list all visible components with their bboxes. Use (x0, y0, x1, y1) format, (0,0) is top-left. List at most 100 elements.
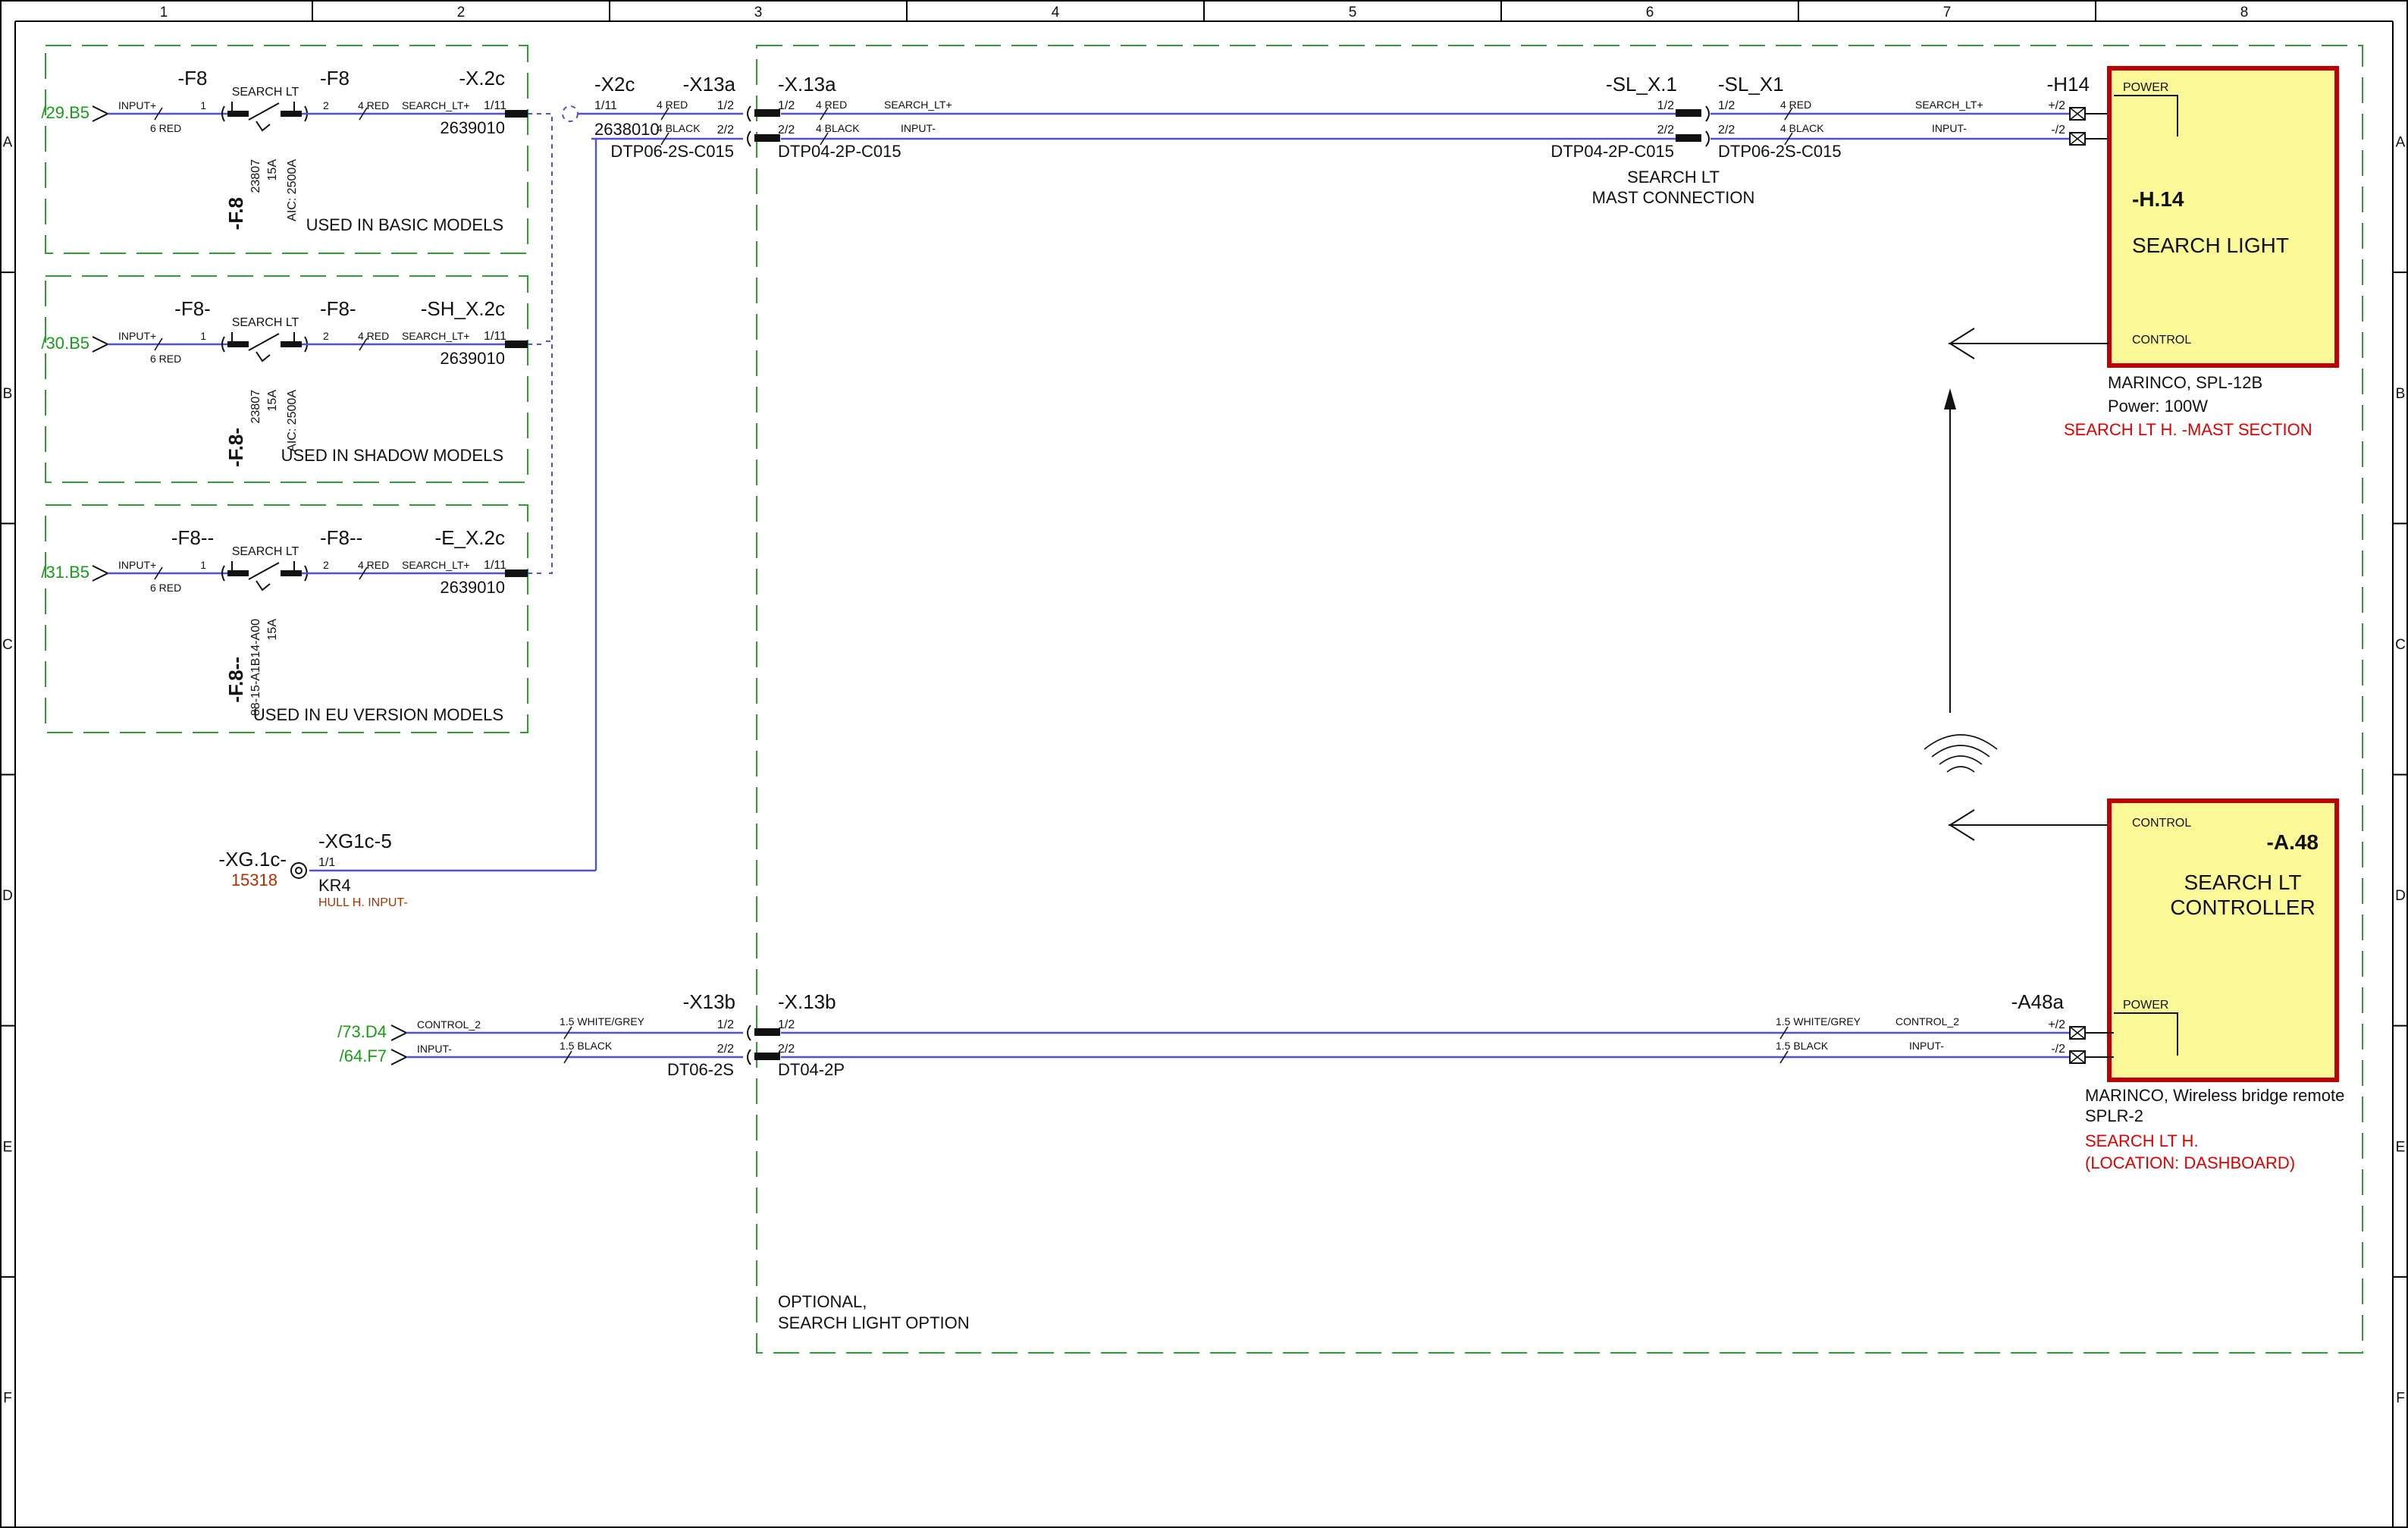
h14-pin-plus: +/2 (2048, 99, 2065, 112)
h14-name: SEARCH LIGHT (2132, 234, 2289, 257)
fuse-group-ref-in: /30.B5 (41, 334, 89, 353)
slx1-out-wire1-spec: 4 RED (1780, 99, 1811, 111)
h14-terminal-label: -H14 (2047, 73, 2090, 96)
grid-row-right-F: F (2396, 1390, 2405, 1406)
optional-note-line1: OPTIONAL, (778, 1292, 867, 1311)
wireless-icon (1924, 734, 1998, 773)
x13a-out-wire2-name: INPUT- (901, 122, 936, 134)
fuse-aic-rating: AIC: 2500A (286, 159, 299, 221)
x2c-socket (562, 105, 578, 122)
x13b-wire2-spec: 1.5 BLACK (560, 1040, 613, 1052)
switch-tag: SEARCH LT (232, 545, 299, 558)
switch-lever (248, 333, 280, 362)
fuse-group-3: /31.B5 INPUT+ 6 RED 1 -F8-- SEARCH LT 2 -F8-- 4 … (41, 526, 546, 724)
switch-tag: SEARCH LT (232, 316, 299, 329)
x13a-right-part: DTP04-2P-C015 (778, 142, 901, 161)
ref-in-arrow (92, 105, 110, 122)
grid-column-1: 1 (160, 5, 168, 20)
slx1-left-pin2: 2/2 (1657, 124, 1674, 136)
slx1-right-part: DTP06-2S-C015 (1718, 142, 1842, 161)
fuse-out-label: -F8- (320, 297, 356, 320)
x13a-right-pin2: 2/2 (778, 124, 795, 136)
search-light-box (2107, 66, 2339, 368)
fuse-spec-2: 15A (266, 619, 279, 641)
x13b-socket-arc (747, 1024, 751, 1065)
fuse-label: -F8 (178, 67, 208, 89)
x13b-left-label: -X13b (683, 990, 735, 1013)
slx1-out-wire2-name: INPUT- (1932, 122, 1967, 134)
slx1-desc-line1: SEARCH LT (1627, 168, 1720, 187)
fuse-connector-part: 2639010 (440, 349, 505, 368)
a48-name-line1: SEARCH LT (2184, 871, 2301, 894)
fuse-connector-pin: 1/11 (484, 330, 506, 343)
grid-row-left-B: B (3, 386, 13, 402)
x13b-ref2-arrow (390, 1049, 409, 1065)
ref-in-arrow (92, 565, 110, 582)
wire-in-spec: 6 RED (150, 582, 181, 594)
fuse-groups: /29.B5 INPUT+ 6 RED 1 -F8 SEARCH LT 2 -F8 4 RED S… (41, 67, 546, 724)
x13a-left-part: DTP06-2S-C015 (610, 142, 734, 161)
wire-out-name: SEARCH_LT+ (402, 330, 470, 342)
grid-row-left-F: F (3, 1390, 12, 1406)
a48-wire2-name: INPUT- (1909, 1040, 1944, 1052)
a48-pin-plus: +/2 (2048, 1018, 2065, 1031)
fuse-group-note: USED IN EU VERSION MODELS (253, 705, 503, 724)
x2c-pin: 1/11 (594, 99, 617, 112)
x13b-left-part: DT06-2S (667, 1060, 734, 1079)
fuse-aic-rating: AIC: 2500A (286, 390, 299, 452)
x13b-wire2-name: INPUT- (417, 1043, 452, 1055)
wire-out-name: SEARCH_LT+ (402, 99, 470, 111)
h14-control-port: CONTROL (2132, 334, 2191, 347)
grid-row-markers: A A B B C C D D E E F F (1, 135, 2407, 1406)
fuse-pin-right: 2 (323, 330, 329, 342)
slx1-left-label: -SL_X.1 (1606, 73, 1677, 96)
fuse-group-ref-in: /31.B5 (41, 563, 89, 582)
wire-in-spec: 6 RED (150, 353, 181, 365)
a48-location2: (LOCATION: DASHBOARD) (2085, 1153, 2295, 1172)
fuse-contact-left (227, 111, 249, 117)
fuse-contact-left (227, 341, 249, 347)
x13b-right-pin2: 2/2 (778, 1043, 795, 1056)
fuse-group-note: USED IN BASIC MODELS (306, 215, 503, 234)
slx1-desc-line2: MAST CONNECTION (1592, 188, 1755, 207)
switch-tag: SEARCH LT (232, 86, 299, 99)
fuse-connector-contact (505, 110, 528, 118)
grid-column-7: 7 (1943, 5, 1952, 20)
fuse-vertical-label: -F.8 (224, 197, 247, 230)
h14-maker: MARINCO, SPL-12B (2108, 373, 2262, 392)
xg1c-wire: KR4 (318, 876, 351, 895)
fuse-group-1: /29.B5 INPUT+ 6 RED 1 -F8 SEARCH LT 2 -F8 4 RED S… (41, 67, 546, 234)
fuse-vertical-label: -F.8- (224, 428, 247, 467)
a48-pin-minus: -/2 (2051, 1043, 2065, 1056)
fuse-group-ref-in: /29.B5 (41, 103, 89, 122)
grid-row-left-E: E (3, 1139, 13, 1155)
xg1c-pin: 1/1 (318, 856, 335, 869)
slx1-pin2-contact (1676, 134, 1701, 142)
wireless-up-arrow (1944, 388, 1956, 409)
slx1-right-label: -SL_X1 (1718, 73, 1784, 96)
fuse-pin-right: 2 (323, 559, 329, 571)
h14-section-note: SEARCH LT H. -MAST SECTION (2064, 420, 2312, 439)
fuse-connector-pin: 1/11 (484, 559, 506, 572)
fuse-group-2: /30.B5 INPUT+6 RED1-F8-SEARCH LT2-F8-4 RE… (41, 297, 546, 467)
x13b-ref2: /64.F7 (340, 1046, 387, 1065)
xg1c-code: 15318 (231, 871, 277, 890)
x13b-pin2-contact (754, 1053, 780, 1060)
wire-out-spec: 4 RED (358, 330, 389, 342)
a48-wire2-spec: 1.5 BLACK (1776, 1040, 1829, 1052)
grid-row-left-D: D (2, 888, 13, 904)
x13a-in-wire2-spec: 4 BLACK (657, 122, 701, 134)
x13a-left-pin2: 2/2 (717, 124, 734, 136)
h14-pin-minus: -/2 (2051, 124, 2065, 136)
fuse-connector-label: -SH_X.2c (421, 297, 505, 320)
grid-row-right-B: B (2396, 386, 2406, 402)
switch-lever (248, 562, 280, 591)
x13b-ref1: /73.D4 (337, 1022, 387, 1041)
x13b-left-pin2: 2/2 (717, 1043, 734, 1056)
x13b-wire1-spec: 1.5 WHITE/GREY (560, 1015, 645, 1028)
fuse-contact-right (281, 111, 302, 117)
xg1c-note: HULL H. INPUT- (318, 896, 408, 909)
x13a-out-wire1-spec: 4 RED (816, 99, 847, 111)
x13a-out-wire2-spec: 4 BLACK (816, 122, 860, 134)
wire-in-name: INPUT+ (118, 559, 156, 571)
